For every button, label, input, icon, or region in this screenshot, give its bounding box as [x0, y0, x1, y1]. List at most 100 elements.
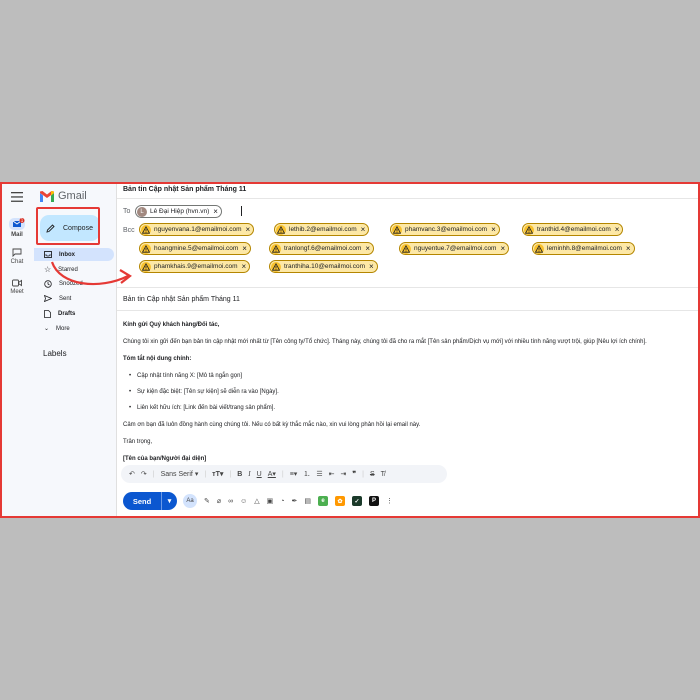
sidebar: Gmail Compose Inbox ☆ Starred Snoozed Se…	[32, 182, 116, 518]
close-icon[interactable]: ×	[246, 225, 251, 234]
strikethrough-icon[interactable]: S	[370, 471, 375, 478]
app-rail: 1 Mail Chat Meet	[2, 182, 32, 518]
ai-writing-icon[interactable]: ✎	[204, 497, 210, 505]
bcc-recipient-chip[interactable]: hoangmine.5@emailmoi.com ×	[139, 242, 251, 255]
inbox-icon	[44, 251, 52, 258]
send-options-icon[interactable]: ▾	[162, 497, 177, 505]
formatting-options-icon[interactable]: Aa	[183, 494, 197, 508]
gmail-logo[interactable]: Gmail	[40, 190, 87, 202]
rail-meet[interactable]: Meet	[2, 279, 32, 295]
grammar-extension-icon[interactable]: ✓	[352, 496, 362, 506]
notion-extension-icon[interactable]: P	[369, 496, 379, 506]
indent-less-icon[interactable]: ⇤	[329, 470, 335, 478]
schedule-icon[interactable]: ▤	[304, 497, 311, 505]
bullet-item: • Sự kiện đặc biệt: [Tên sự kiện] sẽ diễn…	[129, 389, 279, 395]
bcc-recipient-text: phamkhais.9@emailmoi.com	[154, 263, 238, 270]
bullet-text: Liên kết hữu ích: [Link đến bài viết/tra…	[137, 405, 276, 411]
bulleted-list-icon[interactable]: ☰	[316, 470, 322, 478]
warning-icon	[392, 224, 402, 235]
clock-icon	[44, 279, 52, 288]
star-icon: ☆	[44, 265, 52, 274]
font-select[interactable]: Sans Serif ▾	[161, 470, 199, 479]
rail-meet-label: Meet	[10, 289, 24, 295]
bcc-recipient-text: phamvanc.3@emailmoi.com	[405, 226, 488, 233]
formatting-toolbar: ↶ ↷ | Sans Serif ▾ | тT▾ | B I U A▾ | ≡▾…	[121, 465, 447, 483]
photo-icon[interactable]: ▣	[267, 497, 274, 505]
nav-sent[interactable]: Sent	[34, 292, 114, 305]
nav-starred[interactable]: ☆ Starred	[34, 263, 114, 276]
bullet-text: Sự kiện đặc biệt: [Tên sự kiện] sẽ diễn …	[137, 389, 279, 395]
bcc-recipient-chip[interactable]: phamvanc.3@emailmoi.com ×	[390, 223, 500, 236]
indent-more-icon[interactable]: ⇥	[340, 470, 346, 478]
undo-icon[interactable]: ↶	[129, 470, 135, 478]
quote-icon[interactable]: ❞	[352, 470, 356, 478]
close-icon[interactable]: ×	[365, 244, 370, 253]
nav-inbox[interactable]: Inbox	[34, 248, 114, 261]
close-icon[interactable]: ×	[615, 225, 620, 234]
text-size-icon[interactable]: тT▾	[212, 470, 223, 478]
attach-icon[interactable]: ⌀	[217, 497, 221, 505]
bcc-recipient-chip[interactable]: nguyenvana.1@emailmoi.com ×	[139, 223, 255, 236]
mail-icon: 1	[9, 218, 25, 230]
bcc-recipient-text: hoangmine.5@emailmoi.com	[154, 245, 239, 252]
redo-icon[interactable]: ↷	[141, 470, 147, 478]
nav-snoozed[interactable]: Snoozed	[34, 277, 114, 290]
rail-mail[interactable]: 1 Mail	[2, 218, 32, 238]
close-icon[interactable]: ×	[369, 262, 374, 271]
send-label: Send	[132, 496, 152, 506]
close-icon[interactable]: ×	[626, 244, 631, 253]
underline-icon[interactable]: U	[257, 471, 262, 478]
close-icon[interactable]: ×	[242, 262, 247, 271]
warning-icon	[534, 243, 544, 254]
confidential-mode-icon[interactable]: ◔	[280, 498, 284, 505]
italic-icon[interactable]: I	[248, 470, 250, 478]
bcc-recipient-chip[interactable]: lethib.2@emailmoi.com ×	[274, 223, 370, 236]
close-icon[interactable]: ×	[491, 225, 496, 234]
subject-field[interactable]: Bản tin Cập nhật Sản phẩm Tháng 11	[123, 296, 240, 303]
more-options-icon[interactable]: ⋮	[386, 497, 393, 505]
text-color-icon[interactable]: A▾	[268, 470, 276, 478]
bcc-recipient-chip[interactable]: nguyentue.7@emailmoi.com ×	[399, 242, 510, 255]
gmail-window: 1 Mail Chat Meet Gmail Compose Inbox ☆ S…	[0, 182, 700, 518]
nav-drafts[interactable]: Drafts	[34, 307, 114, 320]
nav-inbox-label: Inbox	[59, 251, 75, 258]
send-button[interactable]: Send ▾	[123, 492, 177, 510]
compose-actions: Aa ✎ ⌀ ∞ ☺ △ ▣ ◔ ✒ ▤ e ✿ ✓ P ⋮	[183, 494, 393, 508]
bcc-recipient-text: leminhh.8@emailmoi.com	[547, 245, 622, 252]
close-icon[interactable]: ×	[500, 244, 505, 253]
intro-paragraph: Chúng tôi xin gửi đến bạn bản tin cập nh…	[123, 339, 647, 345]
nav-more[interactable]: ⌄ More	[34, 322, 114, 335]
to-recipient-chip[interactable]: L Lê Đại Hiệp (hvn.vn) ×	[135, 205, 222, 218]
bcc-recipient-chip[interactable]: tranlongf.6@emailmoi.com ×	[269, 242, 375, 255]
emoji-icon[interactable]: ☺	[240, 498, 247, 505]
bcc-recipient-chip[interactable]: leminhh.8@emailmoi.com ×	[532, 242, 635, 255]
link-icon[interactable]: ∞	[228, 498, 233, 505]
closing: Trân trọng,	[123, 439, 153, 445]
close-icon[interactable]: ×	[213, 207, 218, 216]
signature-icon[interactable]: ✒	[292, 497, 298, 505]
chevron-down-icon: ⌄	[44, 326, 50, 332]
bcc-recipient-chip[interactable]: tranthid.4@emailmoi.com ×	[522, 223, 624, 236]
numbered-list-icon[interactable]: ⒈	[303, 469, 310, 479]
summary-title: Tóm tắt nội dung chính:	[123, 356, 192, 362]
close-icon[interactable]: ×	[361, 225, 366, 234]
evernote-extension-icon[interactable]: e	[318, 496, 328, 506]
rail-chat[interactable]: Chat	[2, 248, 32, 265]
bcc-recipient-chip[interactable]: phamkhais.9@emailmoi.com ×	[139, 260, 251, 273]
align-icon[interactable]: ≡▾	[290, 470, 298, 478]
hubspot-extension-icon[interactable]: ✿	[335, 496, 345, 506]
drive-icon[interactable]: △	[254, 497, 259, 505]
menu-icon[interactable]	[11, 192, 23, 202]
remove-formatting-icon[interactable]: T̸	[381, 471, 385, 478]
compose-highlight	[36, 207, 100, 245]
bcc-recipient-chip[interactable]: tranthiha.10@emailmoi.com ×	[269, 260, 378, 273]
warning-icon	[271, 243, 281, 254]
mail-badge: 1	[21, 218, 24, 223]
bold-icon[interactable]: B	[237, 471, 242, 478]
send-icon	[44, 295, 52, 302]
text-caret	[241, 206, 242, 216]
warning-icon	[524, 224, 534, 235]
compose-pane: Bản tin Cập nhật Sản phẩm Tháng 11 To L …	[116, 182, 699, 518]
to-recipient-text: Lê Đại Hiệp (hvn.vn)	[150, 208, 210, 215]
close-icon[interactable]: ×	[242, 244, 247, 253]
